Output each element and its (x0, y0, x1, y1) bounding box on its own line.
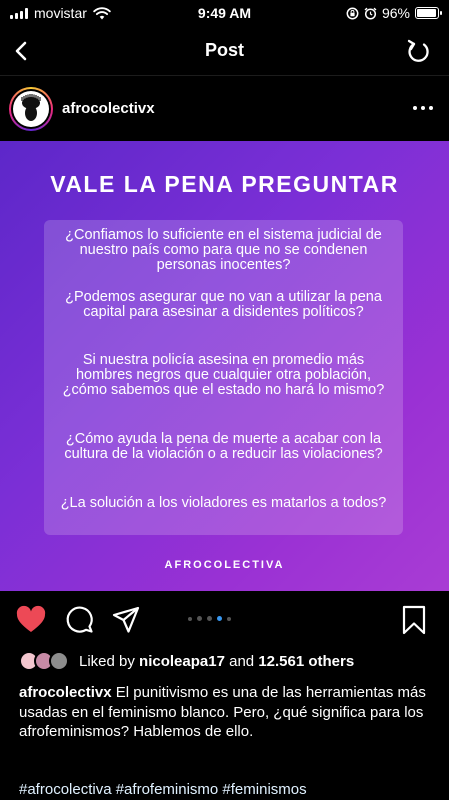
liker-avatar-3 (49, 651, 69, 671)
avatar[interactable] (9, 87, 53, 131)
image-brand: AFROCOLECTIVA (164, 559, 285, 571)
post-header: afrocolectivx (0, 84, 449, 134)
send-icon[interactable] (110, 604, 142, 636)
likes-prefix: Liked by (79, 653, 135, 670)
liker-avatars (19, 651, 75, 671)
caption-username[interactable]: afrocolectivx (19, 684, 112, 701)
likes-conjunction: and (229, 653, 255, 670)
nav-bar: Post (0, 26, 449, 76)
carousel-dot (227, 616, 231, 621)
orientation-lock-icon (346, 7, 359, 19)
comment-icon[interactable] (63, 604, 95, 636)
carousel-dot (207, 616, 212, 621)
question-4: ¿Cómo ayuda la pena de muerte a acabar c… (64, 431, 383, 462)
likes-row[interactable]: Liked by nicoleapa17 and 12.561 others (0, 650, 449, 674)
profile-logo-icon (21, 94, 41, 121)
action-bar (0, 600, 449, 640)
more-horizontal-icon[interactable] (411, 98, 435, 118)
question-3: Si nuestra policía asesina en promedio m… (62, 352, 385, 398)
heart-filled-icon[interactable] (15, 604, 47, 636)
post-username[interactable]: afrocolectivx (62, 100, 155, 117)
carousel-indicator (188, 616, 231, 621)
alarm-icon (364, 7, 377, 20)
likes-user[interactable]: nicoleapa17 (139, 653, 225, 670)
hashtags[interactable]: #afrocolectiva #afrofeminismo #feminismo… (19, 781, 439, 798)
refresh-icon[interactable] (403, 36, 433, 66)
battery-icon (415, 7, 442, 19)
question-2: ¿Podemos asegurar que no van a utilizar … (65, 289, 382, 320)
likes-text[interactable]: Liked by nicoleapa17 and 12.561 others (79, 653, 354, 670)
questions-box: ¿Confiamos lo suficiente en el sistema j… (44, 220, 403, 535)
page-title: Post (204, 40, 244, 60)
post-image[interactable]: VALE LA PENA PREGUNTAR ¿Confiamos lo suf… (0, 141, 449, 591)
carousel-dot (197, 616, 202, 621)
question-5: ¿La solución a los violadores es matarlo… (60, 495, 387, 511)
likes-others[interactable]: 12.561 others (258, 653, 354, 670)
caption: afrocolectivx El punitivismo es una de l… (19, 683, 434, 742)
question-1: ¿Confiamos lo suficiente en el sistema j… (65, 227, 382, 273)
carousel-dot (217, 616, 222, 621)
carousel-dot (188, 616, 192, 621)
status-bar: movistar 9:49 AM 96% (0, 0, 449, 26)
bookmark-icon[interactable] (398, 604, 430, 636)
image-heading: VALE LA PENA PREGUNTAR (50, 171, 399, 197)
battery-percent: 96% (381, 5, 410, 21)
